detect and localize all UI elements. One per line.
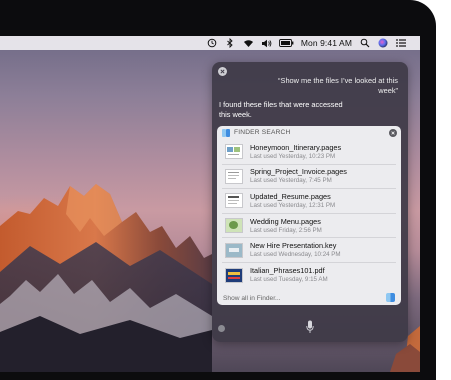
file-row[interactable]: Spring_Project_Invoice.pages Last used Y… xyxy=(222,165,396,190)
pages-document-icon xyxy=(225,193,243,209)
file-last-used: Last used Yesterday, 12:31 PM xyxy=(250,201,336,209)
file-name: Wedding Menu.pages xyxy=(250,216,321,226)
pages-document-icon xyxy=(225,218,243,234)
finder-icon xyxy=(222,128,230,137)
file-row[interactable]: Updated_Resume.pages Last used Yesterday… xyxy=(222,189,396,214)
file-last-used: Last used Yesterday, 7:45 PM xyxy=(250,177,332,185)
file-row[interactable]: Honeymoon_Itinerary.pages Last used Yest… xyxy=(222,140,396,165)
file-last-used: Last used Yesterday, 10:23 PM xyxy=(250,152,336,160)
file-name: New Hire Presentation.key xyxy=(250,241,337,251)
pages-document-icon xyxy=(225,144,243,160)
microphone-icon[interactable] xyxy=(306,320,314,334)
wifi-icon[interactable] xyxy=(243,38,254,48)
siri-panel: “Show me the files I’ve looked at this w… xyxy=(212,62,408,342)
menubar-clock[interactable]: Mon 9:41 AM xyxy=(301,38,352,48)
siri-answer-text: I found these files that were accessed t… xyxy=(219,100,343,119)
close-icon xyxy=(391,131,395,135)
file-row[interactable]: Italian_Phrases101.pdf Last used Tuesday… xyxy=(222,263,396,288)
finder-search-card: FINDER SEARCH Honeymoon_Itinerary.pages … xyxy=(217,126,401,305)
file-name: Updated_Resume.pages xyxy=(250,191,331,201)
file-last-used: Last used Friday, 2:56 PM xyxy=(250,226,322,234)
file-row[interactable]: Wedding Menu.pages Last used Friday, 2:5… xyxy=(222,214,396,239)
show-all-in-finder-link[interactable]: Show all in Finder... xyxy=(223,295,281,302)
spotlight-icon[interactable] xyxy=(359,38,370,48)
volume-icon[interactable] xyxy=(261,38,272,48)
finder-search-header: FINDER SEARCH xyxy=(217,126,401,139)
finder-results-list: Honeymoon_Itinerary.pages Last used Yest… xyxy=(222,140,396,288)
menu-bar: Mon 9:41 AM xyxy=(0,36,420,50)
close-icon xyxy=(220,69,225,74)
file-last-used: Last used Wednesday, 10:24 PM xyxy=(250,251,341,259)
finder-icon[interactable] xyxy=(386,293,395,302)
file-name: Spring_Project_Invoice.pages xyxy=(250,167,347,177)
file-row[interactable]: New Hire Presentation.key Last used Wedn… xyxy=(222,238,396,263)
pages-document-icon xyxy=(225,168,243,184)
finder-search-title: FINDER SEARCH xyxy=(234,129,291,136)
finder-card-close-button[interactable] xyxy=(389,129,397,137)
keynote-document-icon xyxy=(225,242,243,258)
siri-query-text: “Show me the files I’ve looked at this w… xyxy=(278,76,398,95)
pdf-document-icon xyxy=(225,267,243,283)
time-machine-icon[interactable] xyxy=(207,38,218,48)
file-last-used: Last used Tuesday, 9:15 AM xyxy=(250,276,328,284)
help-icon[interactable] xyxy=(218,325,225,332)
bluetooth-icon[interactable] xyxy=(225,38,236,48)
notification-center-icon[interactable] xyxy=(395,38,406,48)
battery-icon[interactable] xyxy=(278,38,294,48)
siri-icon[interactable] xyxy=(377,38,388,48)
file-name: Honeymoon_Itinerary.pages xyxy=(250,142,342,152)
siri-close-button[interactable] xyxy=(218,67,227,76)
file-name: Italian_Phrases101.pdf xyxy=(250,266,325,276)
